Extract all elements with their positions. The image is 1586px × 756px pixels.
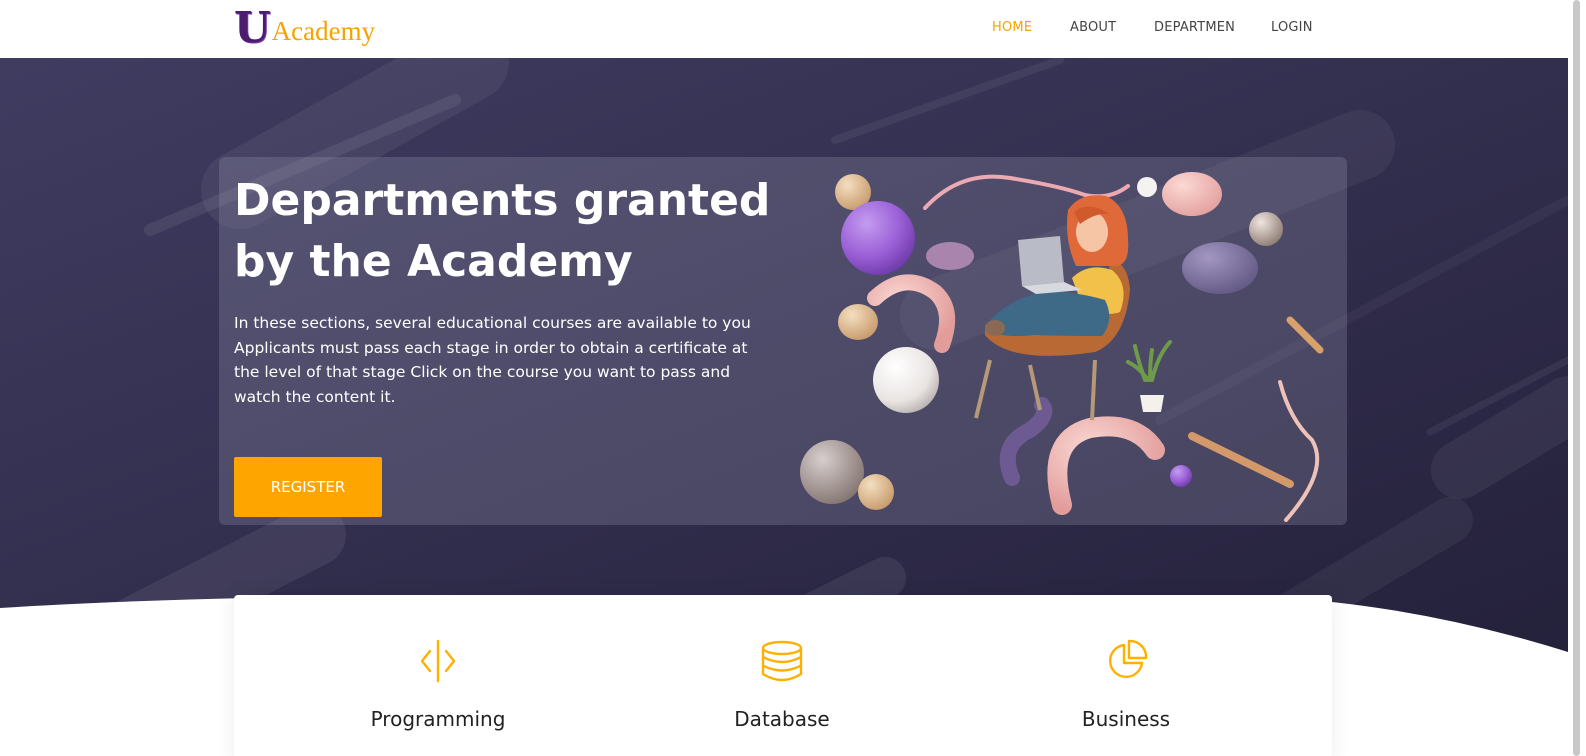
feature-business[interactable]: Business: [976, 595, 1276, 756]
top-navbar: U Academy HOME ABOUT DEPARTMEN LOGIN: [0, 0, 1568, 58]
nav-login-link[interactable]: LOGIN: [1271, 20, 1313, 35]
database-icon: [632, 639, 932, 683]
feature-database[interactable]: Database: [632, 595, 932, 756]
code-icon: [288, 639, 588, 683]
nav-about-link[interactable]: ABOUT: [1070, 20, 1116, 35]
feature-title: Programming: [370, 707, 506, 731]
scrollbar-thumb[interactable]: [1573, 0, 1580, 756]
vertical-scrollbar[interactable]: [1568, 0, 1586, 756]
features-panel: Programming Database Business: [234, 595, 1332, 756]
nav-department-link[interactable]: DEPARTMEN: [1154, 20, 1235, 35]
feature-title: Database: [734, 707, 830, 731]
feature-programming[interactable]: Programming: [288, 595, 588, 756]
hero-description: In these sections, several educational c…: [234, 314, 751, 407]
register-button[interactable]: REGISTER: [234, 457, 382, 517]
pie-chart-icon: [976, 639, 1276, 683]
main-nav: HOME ABOUT DEPARTMEN LOGIN: [0, 20, 1568, 38]
hero-illustration: [800, 172, 1324, 522]
hero-title: Departments granted by the Academy: [234, 175, 771, 287]
nav-home-link[interactable]: HOME: [992, 20, 1032, 35]
feature-title: Business: [1081, 707, 1171, 731]
